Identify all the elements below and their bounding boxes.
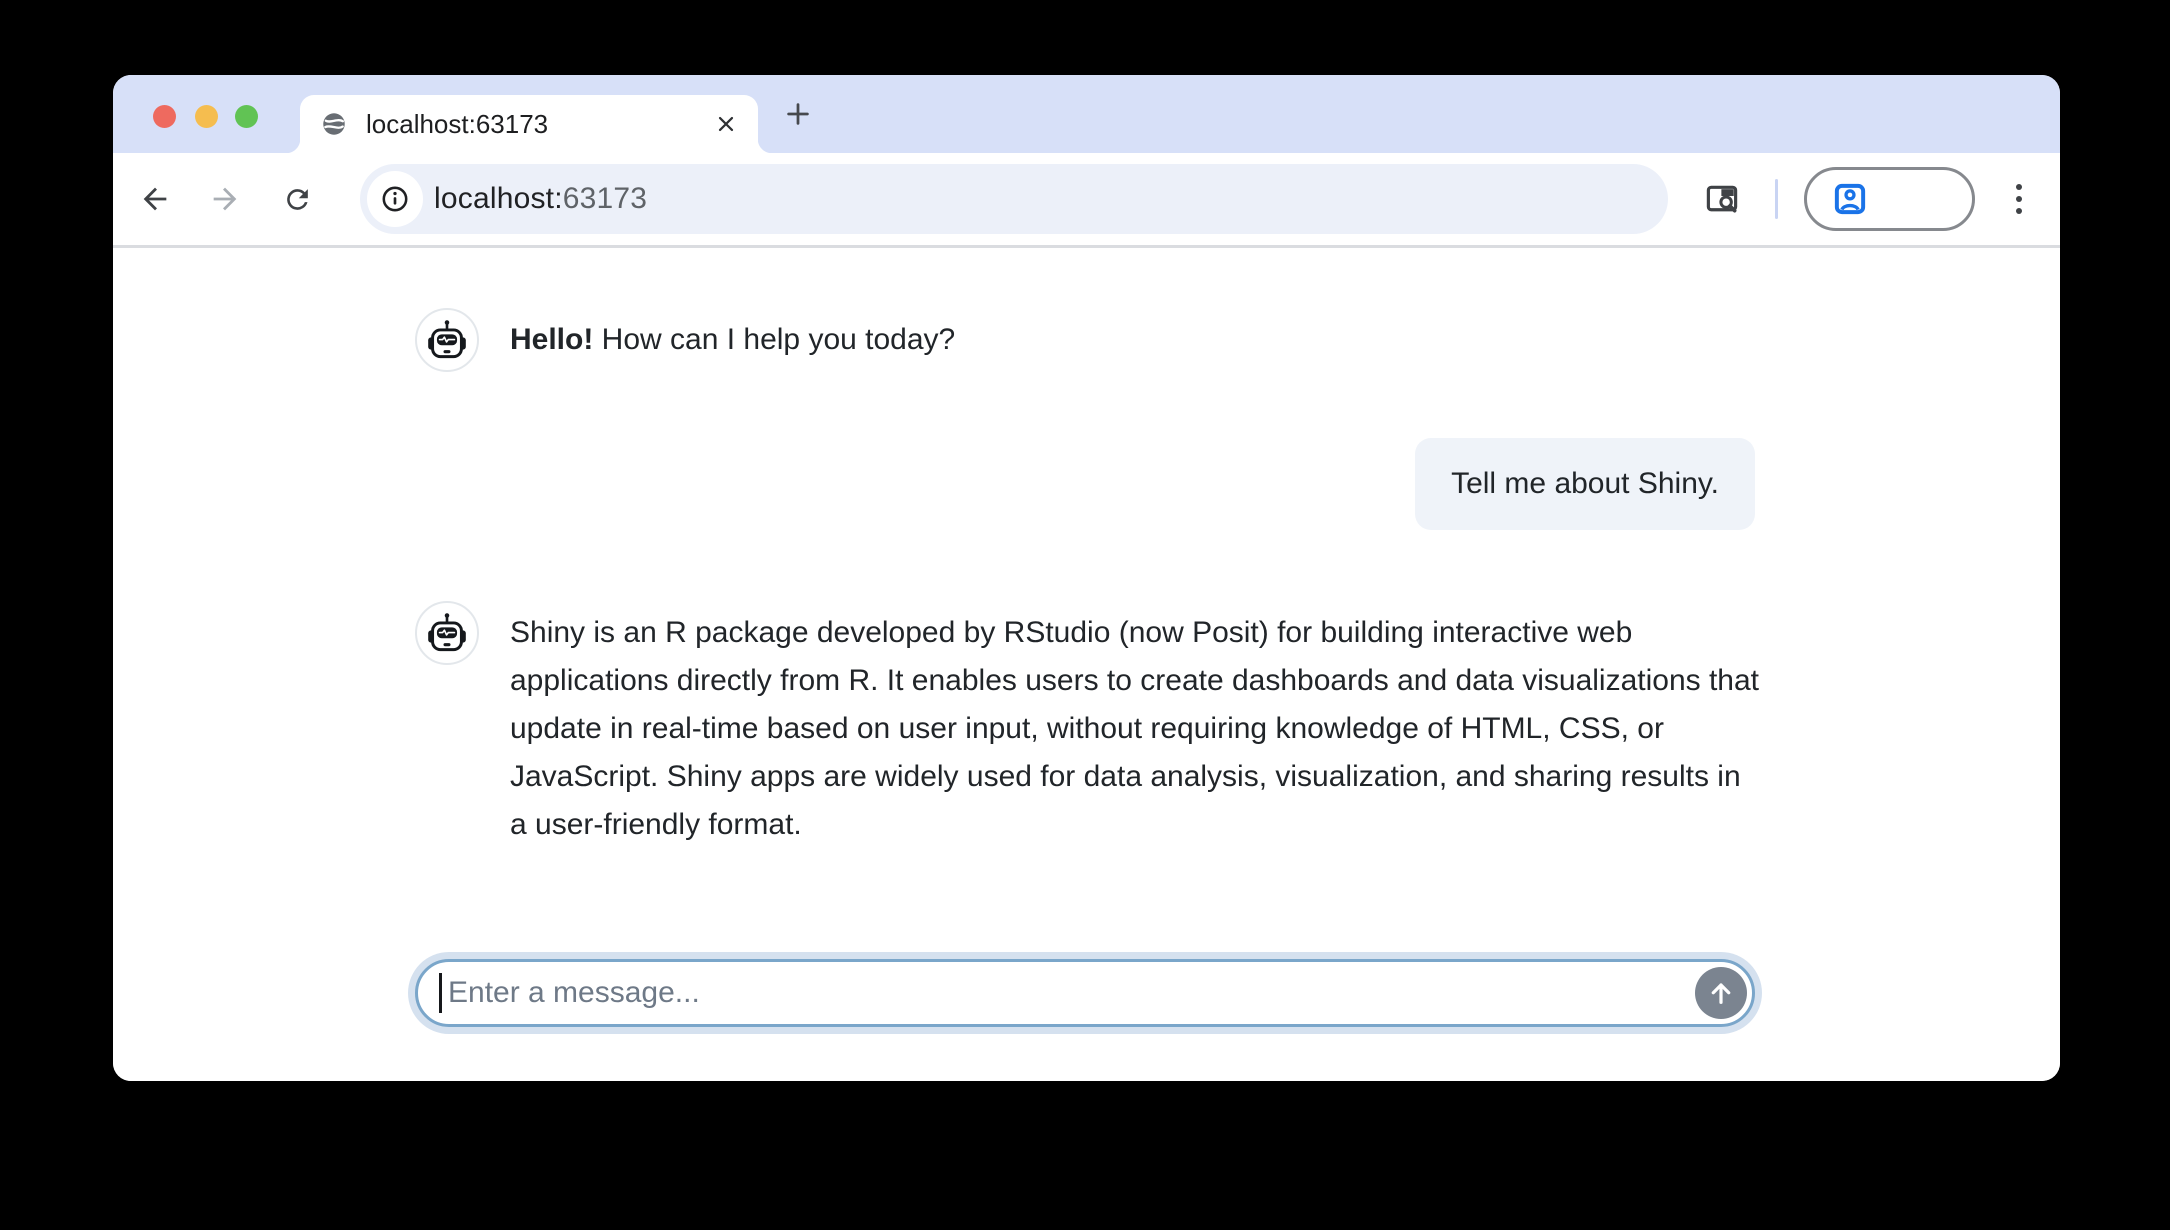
chat-viewport[interactable]: Hello! How can I help you today? Tell me… xyxy=(113,251,2060,1081)
robot-avatar-icon xyxy=(415,308,479,372)
arrow-up-icon xyxy=(1705,977,1737,1009)
assistant-message: Hello! How can I help you today? xyxy=(415,308,1760,372)
tab-close-icon[interactable] xyxy=(708,106,744,142)
window-zoom-button[interactable] xyxy=(235,105,258,128)
send-button[interactable] xyxy=(1695,967,1747,1019)
chat-column: Hello! How can I help you today? Tell me… xyxy=(415,251,1755,1081)
menu-kebab-icon[interactable] xyxy=(1997,177,2041,221)
browser-tab[interactable]: localhost:63173 xyxy=(300,95,758,153)
user-message-bubble: Tell me about Shiny. xyxy=(1415,438,1755,530)
robot-avatar-icon xyxy=(415,601,479,665)
tab-strip: localhost:63173 xyxy=(113,75,2060,153)
site-info-icon[interactable] xyxy=(367,171,423,227)
tab-title: localhost:63173 xyxy=(366,109,708,140)
assistant-message-text: Hello! How can I help you today? xyxy=(510,316,1760,364)
address-bar[interactable]: localhost:63173 xyxy=(360,164,1668,234)
globe-favicon-icon xyxy=(320,110,348,138)
profile-button[interactable] xyxy=(1804,167,1975,231)
text-caret xyxy=(439,973,442,1013)
tab-search-icon[interactable] xyxy=(1698,175,1746,223)
reload-icon[interactable] xyxy=(275,177,319,221)
browser-toolbar: localhost:63173 xyxy=(113,153,2060,248)
window-minimize-button[interactable] xyxy=(195,105,218,128)
forward-icon[interactable] xyxy=(203,177,247,221)
url-text: localhost:63173 xyxy=(434,164,647,234)
message-composer xyxy=(415,959,1755,1027)
profile-avatar-icon xyxy=(1831,180,1869,218)
new-tab-button[interactable] xyxy=(774,90,822,138)
assistant-message-text: Shiny is an R package developed by RStud… xyxy=(510,609,1760,849)
browser-window: localhost:63173 xyxy=(113,75,2060,1081)
back-icon[interactable] xyxy=(133,177,177,221)
window-close-button[interactable] xyxy=(153,105,176,128)
user-message-text: Tell me about Shiny. xyxy=(1451,467,1719,501)
message-input[interactable] xyxy=(415,959,1755,1027)
toolbar-divider xyxy=(1775,179,1778,219)
assistant-message: Shiny is an R package developed by RStud… xyxy=(415,601,1760,849)
